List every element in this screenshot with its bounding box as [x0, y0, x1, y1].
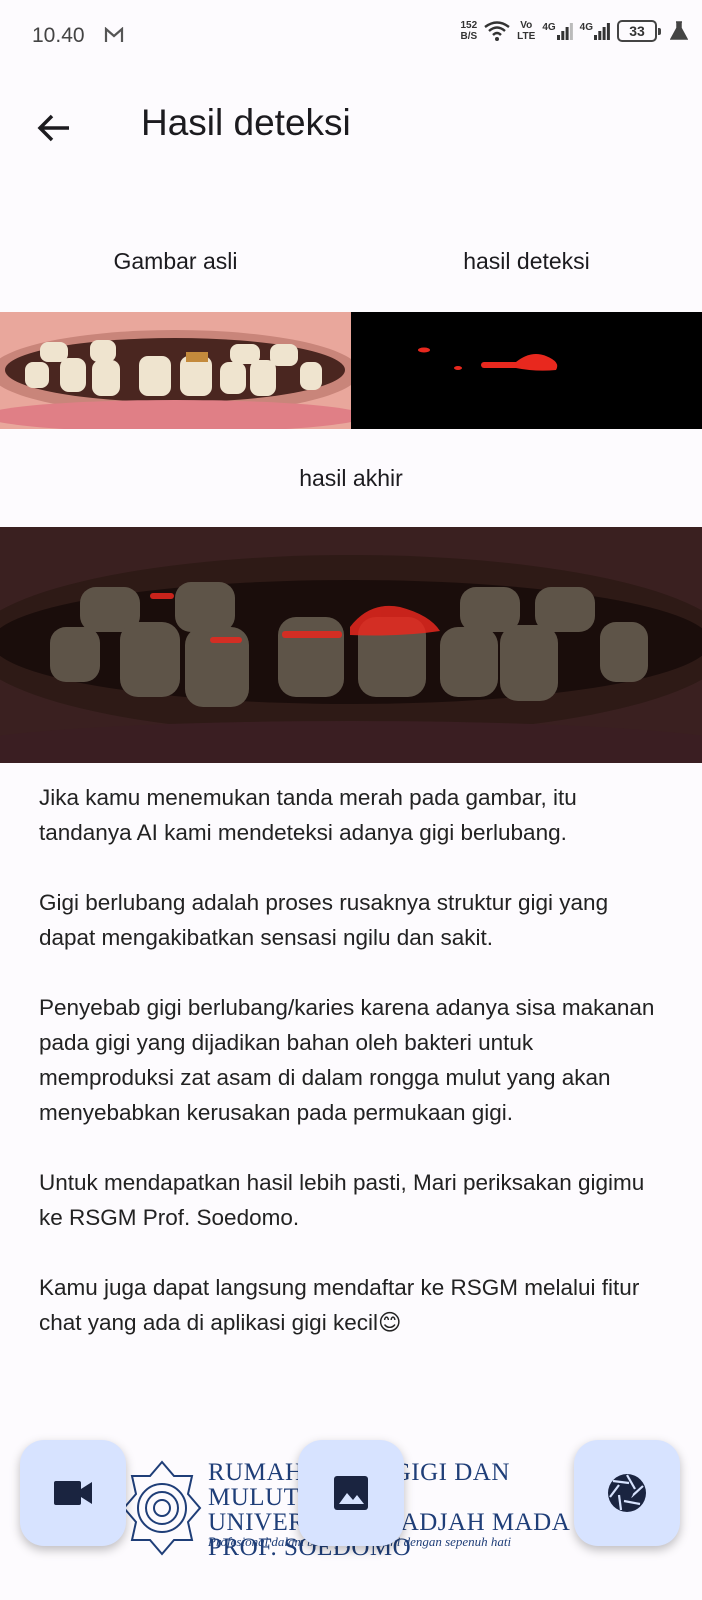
detection-image [351, 312, 702, 429]
wifi-icon [484, 21, 510, 41]
original-image [0, 312, 351, 429]
final-overlay-photo [0, 527, 702, 763]
volte-indicator: Vo LTE [517, 20, 535, 42]
original-image-label: Gambar asli [113, 248, 238, 274]
battery-indicator: 33 [617, 20, 661, 42]
signal-bars-icon [556, 23, 573, 40]
paragraph-5: Kamu juga dapat langsung mendaftar ke RS… [39, 1275, 640, 1335]
paragraph-1: Jika kamu menemukan tanda merah pada gam… [39, 785, 577, 845]
camera-shutter-icon [608, 1474, 646, 1512]
app-bar: Hasil deteksi [0, 82, 702, 172]
net-speed-value: 152 [460, 20, 478, 31]
camera-button[interactable] [574, 1440, 680, 1546]
ugm-emblem-icon [122, 1460, 202, 1556]
status-icons: 152 B/S Vo LTE 4G 4G 33 [460, 20, 688, 42]
final-image-label: hasil akhir [299, 465, 403, 491]
volte-bottom: LTE [517, 31, 536, 42]
paragraph-3: Penyebab gigi berlubang/karies karena ad… [39, 995, 655, 1125]
signal-2: 4G [580, 22, 610, 40]
gallery-button[interactable] [298, 1440, 404, 1546]
video-button[interactable] [20, 1440, 126, 1546]
back-button[interactable] [30, 104, 78, 152]
signal-1-label: 4G [542, 22, 556, 33]
net-speed: 152 B/S [460, 20, 477, 42]
image-icon [334, 1476, 368, 1510]
gmail-icon [104, 27, 124, 42]
arrow-left-icon [37, 114, 69, 142]
net-speed-unit: B/S [460, 31, 478, 42]
final-image [0, 527, 702, 763]
signal-1: 4G [542, 22, 573, 40]
signal-2-label: 4G [579, 22, 593, 33]
teeth-photo [0, 312, 351, 429]
paragraph-4: Untuk mendapatkan hasil lebih pasti, Mar… [39, 1170, 645, 1230]
videocam-icon [54, 1481, 92, 1505]
signal-bars-icon [594, 23, 610, 40]
explanation-text: Jika kamu menemukan tanda merah pada gam… [39, 780, 669, 1375]
paragraph-2: Gigi berlubang adalah proses rusaknya st… [39, 890, 609, 950]
flask-icon [670, 21, 688, 40]
status-bar: 10.40 152 B/S Vo LTE 4G 4G 33 [0, 0, 702, 70]
detection-mask [418, 347, 558, 371]
volte-top: Vo [520, 20, 533, 31]
page-title: Hasil deteksi [141, 102, 351, 143]
status-time: 10.40 [32, 24, 85, 47]
detection-image-label: hasil deteksi [463, 248, 590, 274]
